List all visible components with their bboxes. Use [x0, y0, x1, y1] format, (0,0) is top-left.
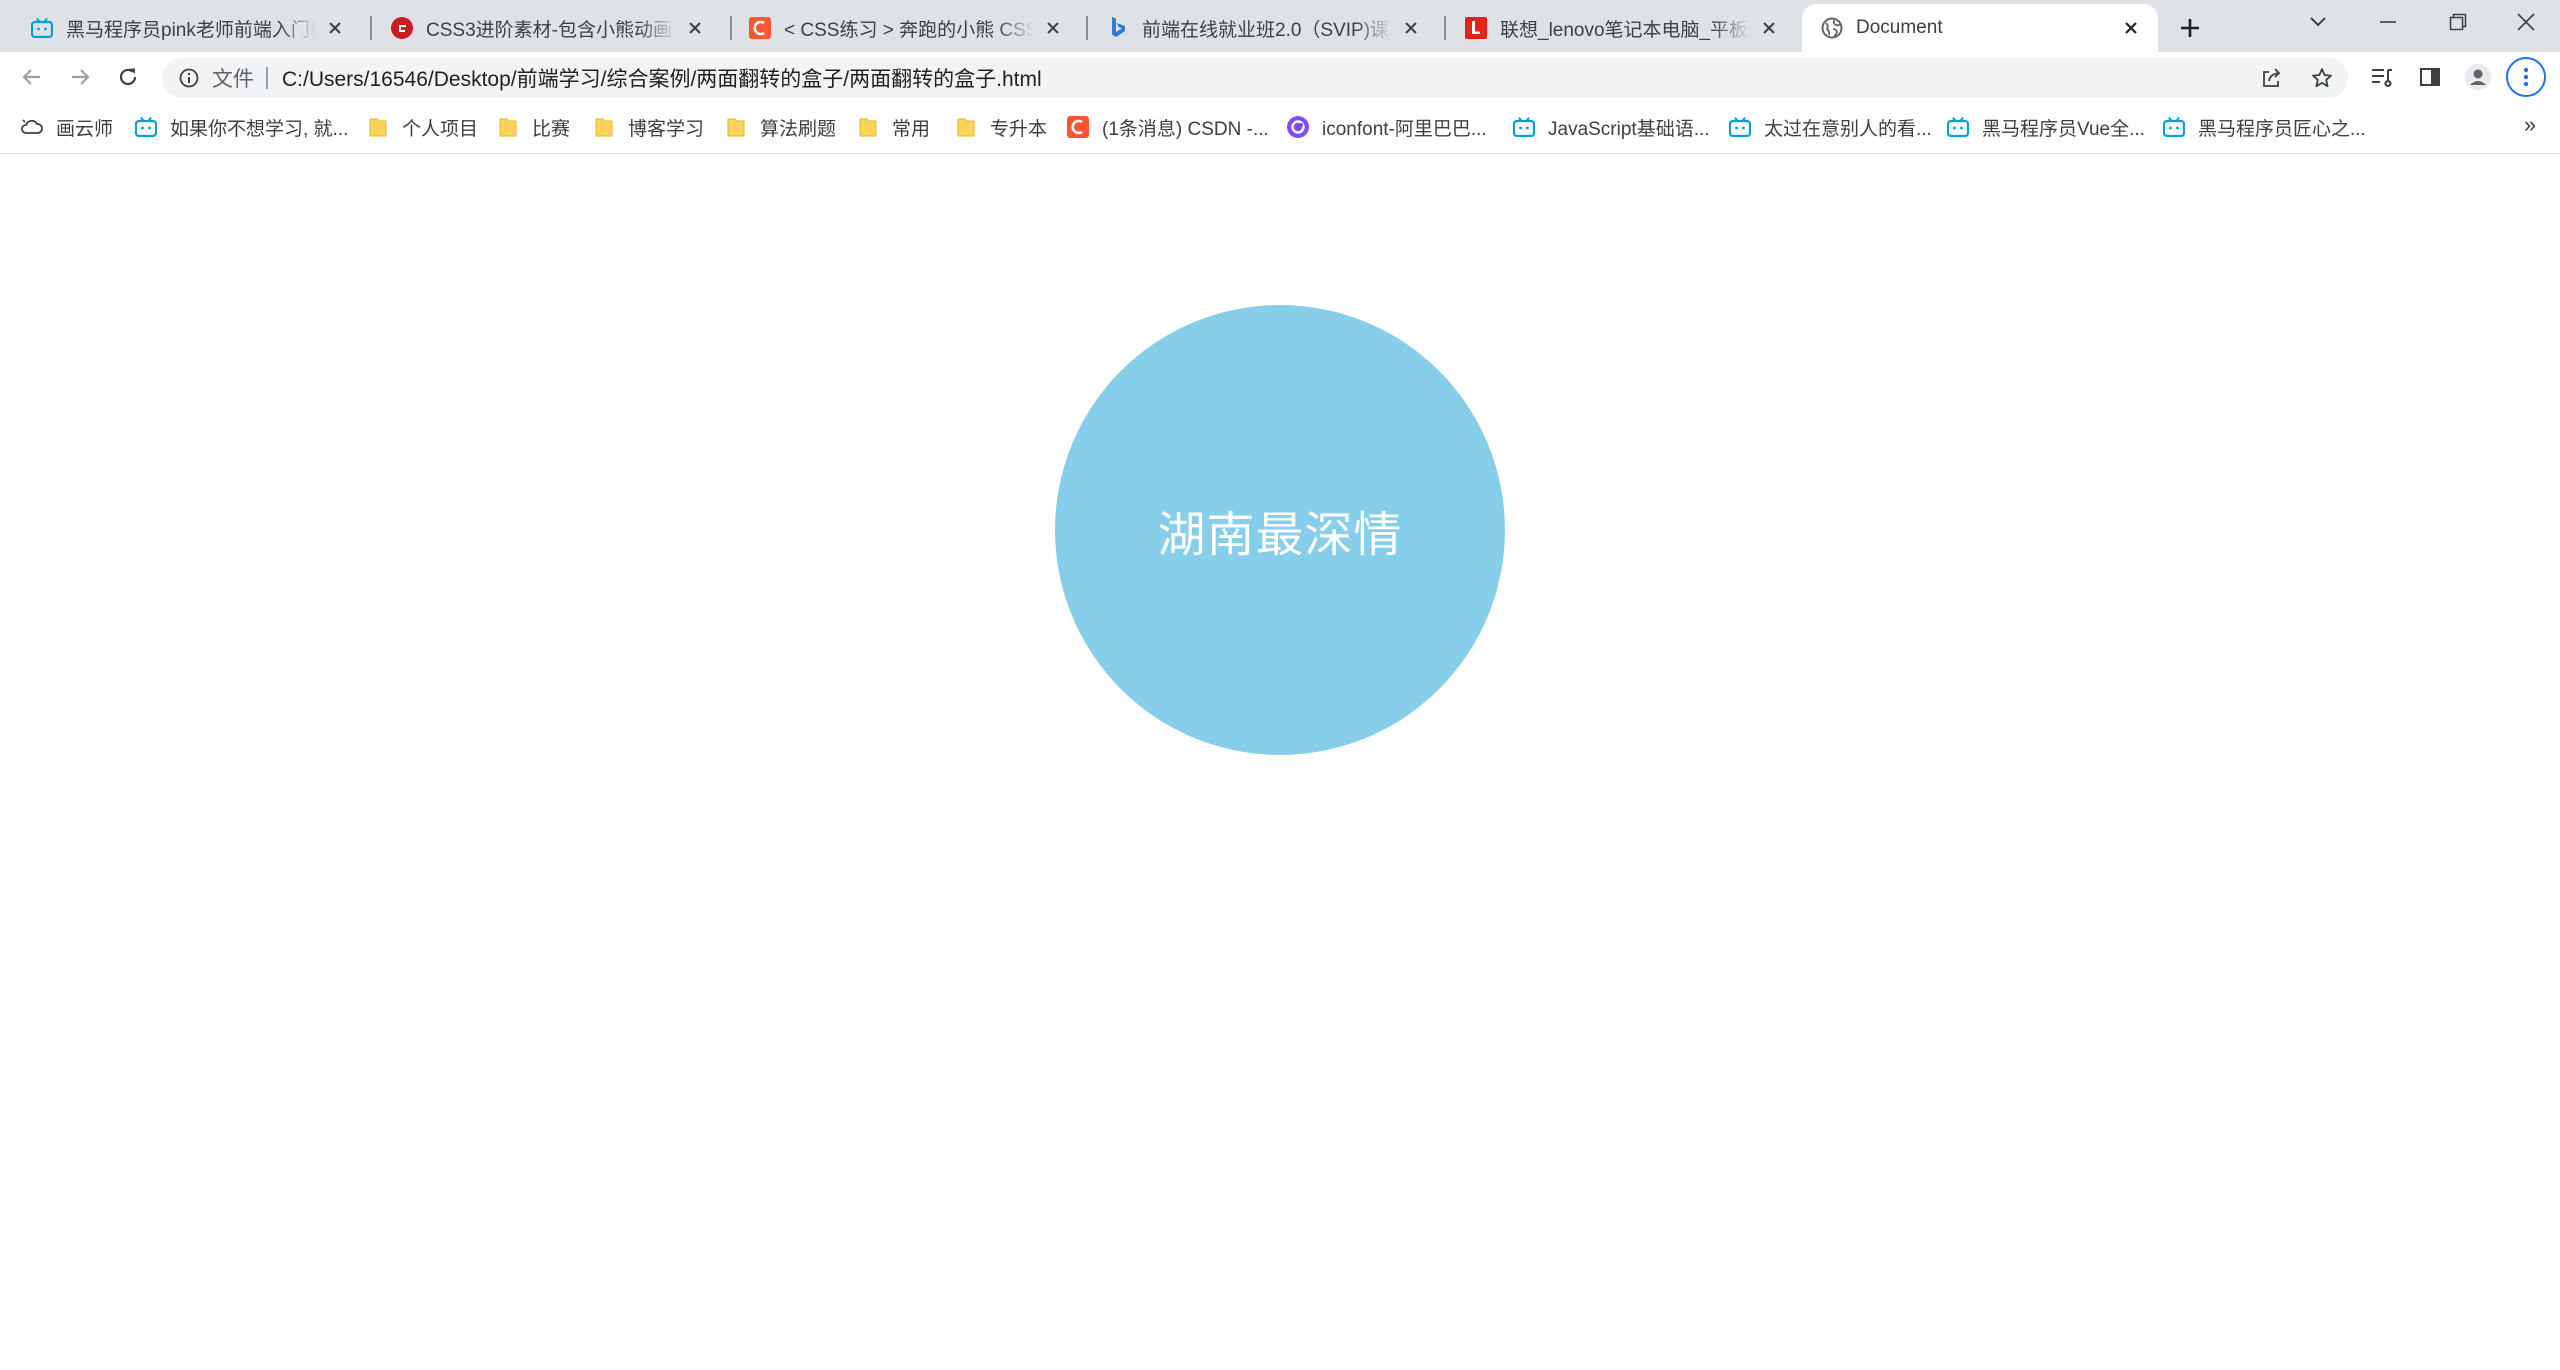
tab-search-button[interactable]: [2284, 0, 2352, 44]
bookmark-label: 如果你不想学习, 就...: [170, 118, 349, 140]
reading-list-icon[interactable]: [2366, 61, 2398, 93]
bookmark-folder-contest[interactable]: 比赛: [496, 112, 570, 142]
forward-button[interactable]: [64, 61, 96, 93]
folder-icon: [954, 115, 978, 139]
bookmark-iconfont[interactable]: iconfont-阿里巴巴...: [1286, 112, 1487, 142]
new-tab-button[interactable]: [2172, 10, 2208, 46]
bookmarks-overflow-button[interactable]: »: [2516, 110, 2544, 140]
restore-button[interactable]: [2424, 0, 2492, 44]
tab-document[interactable]: Document: [1802, 4, 2158, 52]
profile-avatar[interactable]: [2462, 61, 2494, 93]
flip-box-text: 湖南最深情: [1157, 509, 1403, 562]
minimize-button[interactable]: [2354, 0, 2422, 44]
bookmark-label: 专升本: [990, 118, 1048, 140]
lenovo-icon: [1464, 16, 1488, 40]
close-icon[interactable]: [2118, 15, 2144, 41]
bilibili-icon: [1512, 115, 1536, 139]
bing-icon: [1106, 16, 1130, 40]
csdn-icon: [1066, 115, 1090, 139]
tab-gitee-css3[interactable]: CSS3进阶素材-包含小熊动画.rar: [364, 4, 722, 52]
close-icon[interactable]: [1398, 15, 1424, 41]
tab-title: Document: [1856, 17, 1943, 38]
share-icon[interactable]: [2256, 62, 2288, 94]
bookmark-huayunshi[interactable]: 画云师: [20, 112, 113, 142]
close-window-button[interactable]: [2492, 0, 2560, 44]
bookmark-label: 常用: [892, 118, 931, 140]
bookmark-label: iconfont-阿里巴巴...: [1322, 118, 1487, 140]
bookmark-label: 比赛: [532, 118, 571, 140]
bookmark-label: 博客学习: [628, 118, 705, 140]
page-content: 湖南最深情: [0, 155, 2560, 1365]
bilibili-icon: [134, 115, 158, 139]
address-bar[interactable]: 文件 C:/Users/16546/Desktop/前端学习/综合案例/两面翻转…: [162, 58, 2348, 98]
close-icon[interactable]: [1756, 15, 1782, 41]
folder-icon: [856, 115, 880, 139]
close-icon[interactable]: [322, 15, 348, 41]
bilibili-icon: [2162, 115, 2186, 139]
browser-menu-button[interactable]: [2506, 57, 2546, 97]
bookmark-label: 算法刷题: [760, 118, 837, 140]
bookmark-folder-upgrade[interactable]: 专升本: [954, 112, 1047, 142]
folder-icon: [592, 115, 616, 139]
reload-button[interactable]: [112, 61, 144, 93]
bookmarks-bar: 画云师 如果你不想学习, 就... 个人项目 比赛 博客学习 算法刷题 常用 专…: [0, 102, 2560, 154]
tab-title: < CSS练习 > 奔跑的小熊 CSS3动画: [784, 19, 1034, 41]
star-icon[interactable]: [2306, 62, 2338, 94]
iconfont-icon: [1286, 115, 1310, 139]
folder-icon: [496, 115, 520, 139]
bilibili-icon: [30, 16, 54, 40]
bookmark-folder-algorithm[interactable]: 算法刷题: [724, 112, 836, 142]
folder-icon: [724, 115, 748, 139]
url-text[interactable]: C:/Users/16546/Desktop/前端学习/综合案例/两面翻转的盒子…: [282, 63, 1042, 93]
bookmark-label: 黑马程序员Vue全...: [1982, 118, 2145, 140]
bookmark-bilibili-1[interactable]: 如果你不想学习, 就...: [134, 112, 348, 142]
omnibox-divider: [266, 67, 268, 89]
bookmark-bilibili-vue[interactable]: 黑马程序员Vue全...: [1946, 112, 2145, 142]
browser-toolbar: 文件 C:/Users/16546/Desktop/前端学习/综合案例/两面翻转…: [0, 52, 2560, 102]
tab-frontend-svip[interactable]: 前端在线就业班2.0（SVIP)课程: [1080, 4, 1438, 52]
scheme-label: 文件: [212, 68, 254, 91]
bookmark-label: 太过在意别人的看...: [1764, 118, 1932, 140]
bookmark-bilibili-js[interactable]: JavaScript基础语...: [1512, 112, 1710, 142]
tab-title: CSS3进阶素材-包含小熊动画.rar: [426, 19, 676, 41]
tab-title: 联想_lenovo笔记本电脑_平板电脑: [1500, 19, 1750, 41]
bookmark-label: JavaScript基础语...: [1548, 118, 1710, 140]
tab-csdn-bear[interactable]: < CSS练习 > 奔跑的小熊 CSS3动画: [722, 4, 1080, 52]
back-button[interactable]: [16, 61, 48, 93]
gitee-icon: [390, 16, 414, 40]
folder-icon: [366, 115, 390, 139]
tab-bilibili-pink[interactable]: 黑马程序员pink老师前端入门教程: [4, 4, 362, 52]
bookmark-label: (1条消息) CSDN -...: [1102, 118, 1269, 140]
globe-icon: [1820, 16, 1844, 40]
bookmark-label: 画云师: [56, 118, 114, 140]
flip-box-front[interactable]: 湖南最深情: [1055, 305, 1505, 755]
tab-lenovo[interactable]: 联想_lenovo笔记本电脑_平板电脑: [1438, 4, 1796, 52]
bookmark-folder-personal[interactable]: 个人项目: [366, 112, 478, 142]
bookmark-label: 黑马程序员匠心之...: [2198, 118, 2366, 140]
bookmark-folder-common[interactable]: 常用: [856, 112, 930, 142]
bilibili-icon: [1946, 115, 1970, 139]
tab-title: 黑马程序员pink老师前端入门教程: [66, 19, 316, 41]
info-icon[interactable]: [178, 67, 200, 89]
tab-strip: 黑马程序员pink老师前端入门教程 CSS3进阶素材-包含小熊动画.rar < …: [0, 0, 2560, 52]
bookmark-csdn[interactable]: (1条消息) CSDN -...: [1066, 112, 1269, 142]
bookmark-bilibili-care[interactable]: 太过在意别人的看...: [1728, 112, 1932, 142]
bookmark-label: 个人项目: [402, 118, 479, 140]
bookmark-folder-blog[interactable]: 博客学习: [592, 112, 704, 142]
bilibili-icon: [1728, 115, 1752, 139]
close-icon[interactable]: [682, 15, 708, 41]
side-panel-icon[interactable]: [2414, 61, 2446, 93]
bookmark-bilibili-craft[interactable]: 黑马程序员匠心之...: [2162, 112, 2366, 142]
csdn-icon: [748, 16, 772, 40]
cloud-icon: [20, 115, 44, 139]
tab-title: 前端在线就业班2.0（SVIP)课程: [1142, 19, 1392, 41]
close-icon[interactable]: [1040, 15, 1066, 41]
